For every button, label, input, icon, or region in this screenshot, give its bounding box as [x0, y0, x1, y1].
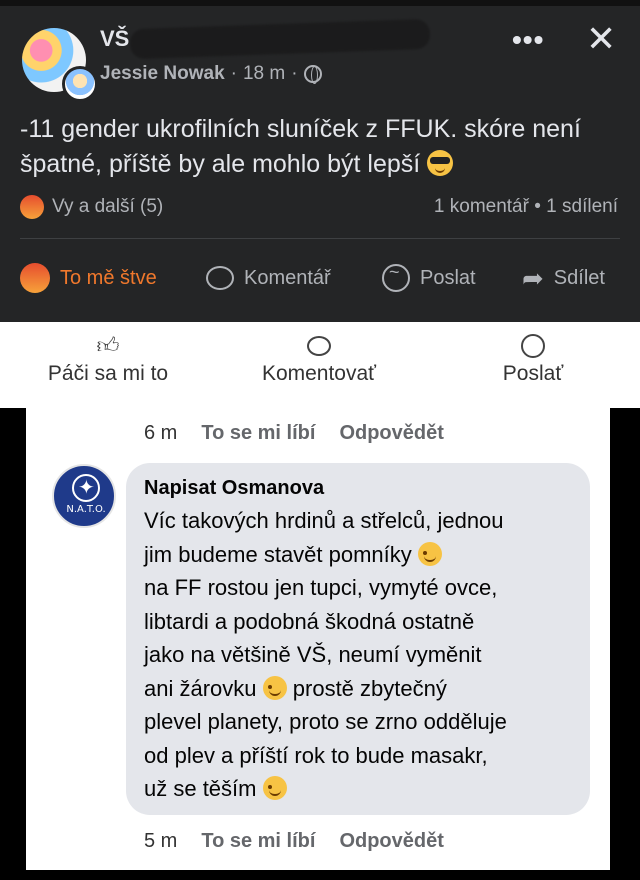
commenter-name[interactable]: Napisat Osmanova — [144, 477, 572, 500]
avatar-text: N.A.T.O. — [66, 504, 106, 515]
group-name[interactable]: VŠ — [100, 26, 129, 52]
comment-meta: 5 m To se mi líbí Odpovědět — [144, 830, 444, 853]
comment-line: od plev a příští rok to bude masakr, — [144, 742, 488, 768]
meta-separator-2: · — [291, 63, 298, 84]
comment-line: už se těším — [144, 776, 257, 801]
comment-line: jako na většině VŠ, neumí vyměnit — [144, 642, 482, 667]
divider — [20, 238, 620, 239]
comment-text: Víc takových hrdinů a střelců, jednou ji… — [144, 504, 584, 806]
comment-line: plevel planety, proto se zrno odděluje — [144, 709, 507, 734]
comment-panel: 6 m To se mi líbí Odpovědět N.A.T.O. Nap… — [26, 408, 610, 870]
facebook-post: VŠ Jessie Nowak · 18 m · ••• ✕ -11 gende… — [0, 0, 640, 322]
sunglasses-emoji-icon — [427, 150, 454, 176]
comment-bubble: Napisat Osmanova Víc takových hrdinů a s… — [126, 463, 590, 815]
like-link[interactable]: To se mi líbí — [201, 830, 315, 853]
comment-line: jim budeme stavět pomníky — [144, 541, 412, 567]
comment-line: Víc takových hrdinů a střelců, jednou — [144, 508, 504, 533]
post-text: -11 gender ukrofilních sluníček z FFUK. … — [20, 112, 620, 182]
reaction-summary[interactable]: Vy a další (5) 1 komentář • 1 sdílení — [20, 193, 620, 223]
comment-time[interactable]: 5 m — [144, 830, 177, 853]
comment-line-wrap: jim budeme stavět pomníky — [144, 538, 584, 572]
thumbs-up-icon: 👍︎ — [96, 333, 120, 358]
comment-line: na FF rostou jen tupci, vymyté ovce, — [144, 575, 498, 600]
redaction-scribble — [129, 18, 431, 60]
more-options-button[interactable]: ••• — [512, 24, 544, 56]
comment-share-counts[interactable]: 1 komentář • 1 sdílení — [434, 196, 618, 218]
wink-emoji-icon — [417, 541, 442, 566]
light-action-bar: 👍︎ Páči sa mi to Komentovať Poslať — [0, 322, 640, 408]
comment-button-label: Komentář — [244, 266, 331, 289]
wink-emoji-icon — [262, 776, 287, 800]
comment-line: ani žárovku — [144, 675, 257, 701]
reaction-text[interactable]: Vy a další (5) — [52, 196, 163, 218]
send-button-light-label: Poslať — [502, 362, 564, 385]
meta-separator: · — [230, 63, 237, 84]
comment-line-wrap: ani žárovku prostě zbytečný — [144, 672, 584, 706]
author-name[interactable]: Jessie Nowak — [100, 63, 225, 85]
comment-bubble-icon — [307, 336, 331, 356]
angry-face-icon — [20, 263, 50, 293]
reply-link[interactable]: Odpovědět — [339, 830, 443, 853]
messenger-icon — [382, 262, 410, 292]
author-avatar[interactable] — [62, 66, 98, 102]
angry-face-icon — [20, 195, 44, 219]
comment-time[interactable]: 6 m — [144, 422, 177, 445]
post-actions: To mě štve Komentář Poslat ➦ Sdílet — [0, 258, 640, 298]
comment-line: prostě zbytečný — [292, 675, 447, 701]
reaction-button[interactable]: To mě štve — [20, 258, 157, 298]
like-button-label: Páči sa mi to — [47, 362, 169, 385]
comment-bubble-icon — [206, 266, 234, 290]
comment-icon-wrap — [307, 332, 331, 362]
group-avatar[interactable] — [22, 28, 98, 102]
send-button-light[interactable]: Poslať — [468, 332, 598, 386]
bottom-edge — [0, 870, 640, 880]
like-link[interactable]: To se mi líbí — [201, 422, 315, 445]
like-button[interactable]: 👍︎ Páči sa mi to — [30, 332, 186, 386]
comment-line-wrap: už se těším — [144, 772, 584, 806]
whatsapp-icon-wrap — [521, 332, 545, 362]
reaction-button-label: To mě štve — [60, 266, 157, 289]
nato-star-icon — [72, 474, 100, 502]
share-button-label: Sdílet — [553, 266, 605, 289]
post-text-line-2: špatné, příště by ale mohlo být lepší — [20, 150, 421, 178]
post-meta: Jessie Nowak · 18 m · — [100, 63, 322, 85]
post-time[interactable]: 18 m — [243, 63, 285, 85]
comment-button[interactable]: Komentář — [206, 258, 331, 298]
share-arrow-icon: ➦ — [522, 262, 544, 293]
top-strip — [0, 0, 640, 6]
post-text-line-2-wrap: špatné, příště by ale mohlo být lepší — [20, 147, 620, 182]
share-button[interactable]: ➦ Sdílet — [522, 258, 605, 298]
comment-button-light[interactable]: Komentovať — [244, 332, 394, 386]
close-button[interactable]: ✕ — [586, 18, 616, 60]
send-button-label: Poslat — [420, 266, 476, 289]
previous-comment-meta: 6 m To se mi líbí Odpovědět — [144, 422, 444, 445]
reply-link[interactable]: Odpovědět — [339, 422, 443, 445]
comment-button-light-label: Komentovať — [261, 362, 377, 385]
whatsapp-icon — [521, 334, 545, 358]
comment-line: libtardi a podobná škodná ostatně — [144, 608, 475, 634]
post-text-line-1: -11 gender ukrofilních sluníček z FFUK. … — [20, 115, 581, 143]
send-button[interactable]: Poslat — [382, 258, 476, 298]
wink-emoji-icon — [262, 675, 287, 700]
globe-icon — [303, 65, 322, 84]
commenter-avatar[interactable]: N.A.T.O. — [52, 464, 116, 528]
